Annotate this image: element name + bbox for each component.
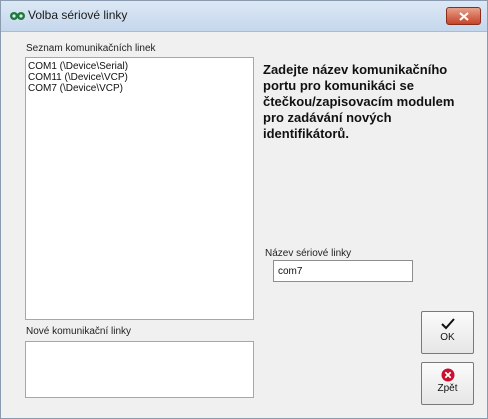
- list-item[interactable]: COM7 (\Device\VCP): [26, 83, 253, 94]
- title-bar[interactable]: Volba sériové linky: [1, 1, 487, 32]
- new-lines-label: Nové komunikační linky: [26, 326, 132, 337]
- lines-listbox[interactable]: COM1 (\Device\Serial) COM11 (\Device\VCP…: [25, 57, 254, 320]
- list-item[interactable]: COM1 (\Device\Serial): [26, 61, 253, 72]
- new-lines-listbox[interactable]: [25, 341, 254, 398]
- serial-name-input[interactable]: [273, 260, 413, 282]
- back-button[interactable]: Zpět: [421, 362, 474, 405]
- lines-list-label: Seznam komunikačních linek: [26, 43, 156, 54]
- checkmark-icon: [440, 318, 455, 330]
- ok-button-label: OK: [440, 332, 455, 343]
- cancel-icon: [441, 368, 454, 382]
- close-button[interactable]: [446, 7, 481, 25]
- back-button-label: Zpět: [437, 383, 458, 394]
- lines-list-items: COM1 (\Device\Serial) COM11 (\Device\VCP…: [26, 58, 253, 94]
- close-icon: [459, 12, 469, 21]
- instructions-text: Zadejte název komunikačního portu pro ko…: [263, 62, 455, 141]
- serial-name-label: Název sériové linky: [265, 248, 352, 259]
- app-icon: [10, 9, 25, 21]
- list-item[interactable]: COM11 (\Device\VCP): [26, 72, 253, 83]
- window-title: Volba sériové linky: [28, 8, 128, 22]
- dialog-window: Volba sériové linky Seznam komunikačních…: [0, 0, 488, 419]
- ok-button[interactable]: OK: [421, 311, 474, 354]
